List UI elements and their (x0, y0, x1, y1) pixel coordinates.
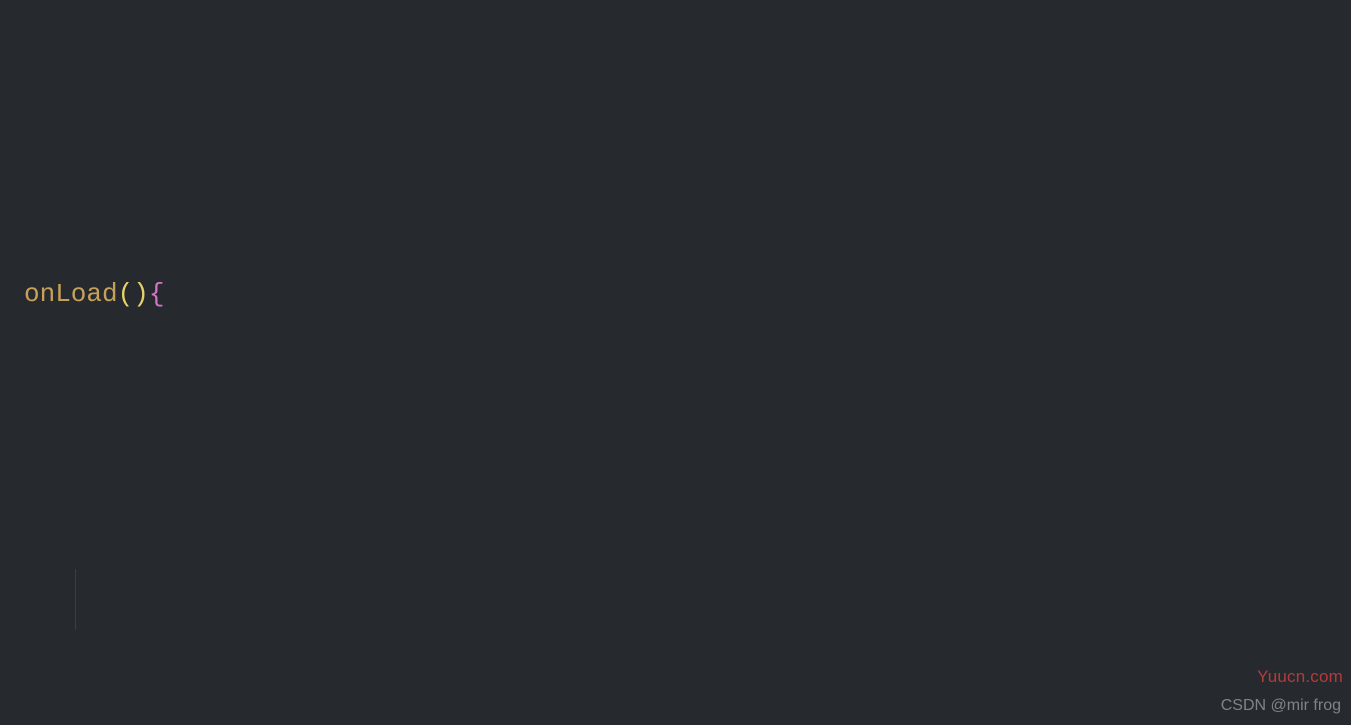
token-paren-open: ( (118, 264, 134, 325)
watermark-csdn: CSDN @mir frog (1221, 697, 1341, 715)
token-method-name: onLoad (24, 264, 118, 325)
code-line-blank (24, 569, 1351, 630)
watermark-site: Yuucn.com (1257, 667, 1343, 687)
token-paren-close: ) (133, 264, 149, 325)
code-editor[interactable]: onLoad(){ var that=this var that=this wx… (0, 0, 1351, 725)
code-line: onLoad(){ (24, 264, 1351, 325)
token-brace-open: { (149, 264, 165, 325)
indent-guide (75, 569, 76, 630)
